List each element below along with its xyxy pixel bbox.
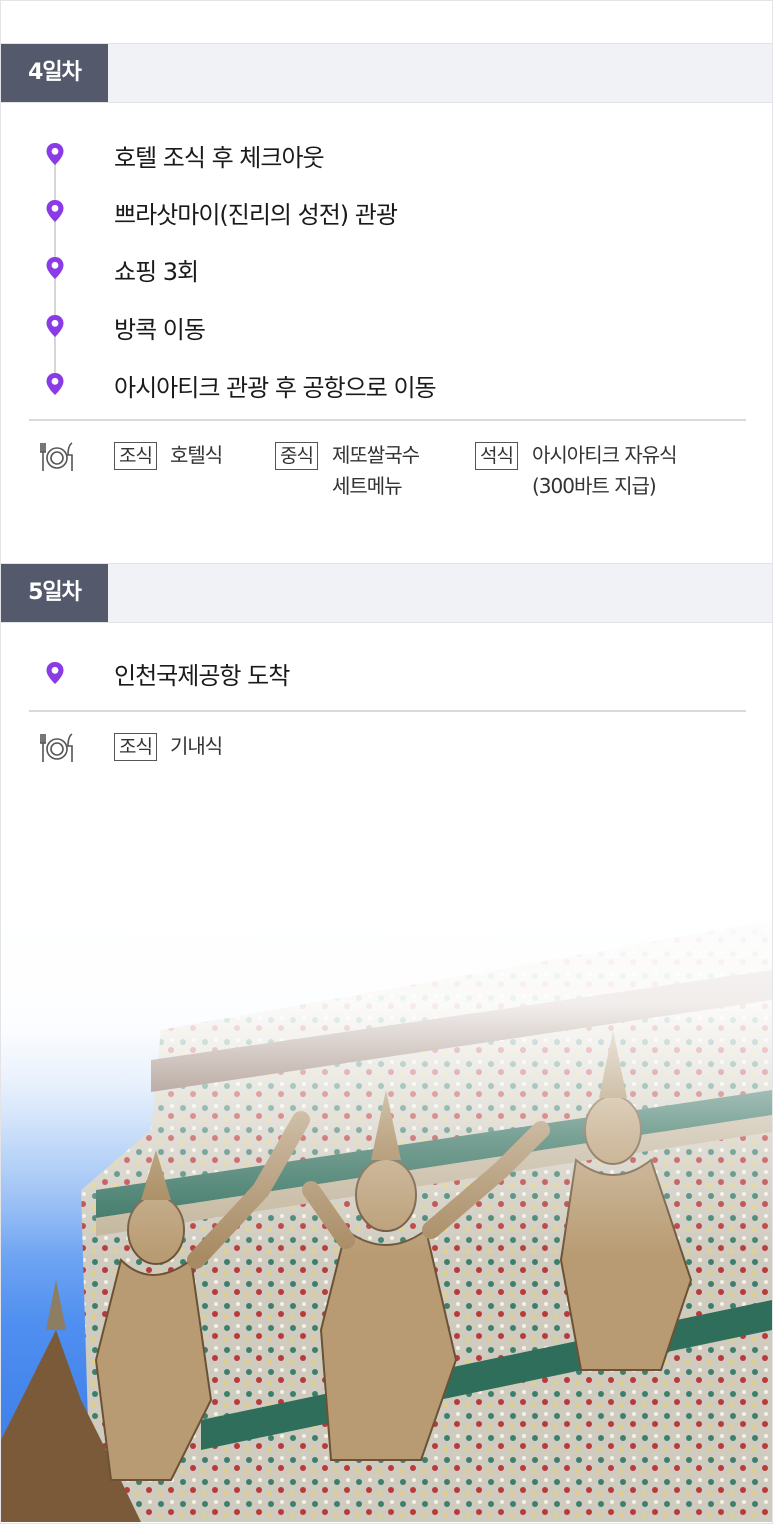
- map-pin-icon: [46, 143, 64, 165]
- meal-dinner-line1: 아시아티크 자유식: [532, 443, 678, 467]
- day-5-header: 5일차: [1, 563, 772, 623]
- itinerary-item: 호텔 조식 후 체크아웃: [114, 144, 325, 172]
- divider: [29, 710, 746, 712]
- temple-photo: [1, 860, 772, 1522]
- itinerary-item: 인천국제공항 도착: [114, 662, 290, 690]
- map-pin-icon: [46, 257, 64, 279]
- meal-lunch-line2: 세트메뉴: [332, 474, 403, 498]
- day-4-header: 4일차: [1, 43, 772, 103]
- day-badge: 5일차: [1, 564, 108, 622]
- map-pin-icon: [46, 315, 64, 337]
- divider: [29, 419, 746, 421]
- meal-tag-lunch: 중식: [275, 442, 318, 470]
- day-badge: 4일차: [1, 44, 108, 102]
- meal-dinner-line2: (300바트 지급): [532, 474, 657, 498]
- meal-lunch-line1: 제또쌀국수: [332, 443, 420, 467]
- map-pin-icon: [46, 200, 64, 222]
- itinerary-item: 아시아티크 관광 후 공항으로 이동: [114, 374, 437, 402]
- meal-tag-breakfast: 조식: [114, 733, 157, 761]
- itinerary-item: 쁘라삿마이(진리의 성전) 관광: [114, 201, 398, 229]
- map-pin-icon: [46, 662, 64, 684]
- fork-plate-knife-icon: [40, 733, 73, 762]
- map-pin-icon: [46, 373, 64, 395]
- fork-plate-knife-icon: [40, 442, 73, 471]
- itinerary-item: 쇼핑 3회: [114, 258, 199, 286]
- meal-breakfast: 기내식: [170, 734, 223, 758]
- meal-breakfast: 호텔식: [170, 443, 223, 467]
- wat-arun-illustration: [1, 860, 772, 1522]
- meal-tag-dinner: 석식: [475, 442, 518, 470]
- itinerary-item: 방콕 이동: [114, 316, 206, 344]
- meal-tag-breakfast: 조식: [114, 442, 157, 470]
